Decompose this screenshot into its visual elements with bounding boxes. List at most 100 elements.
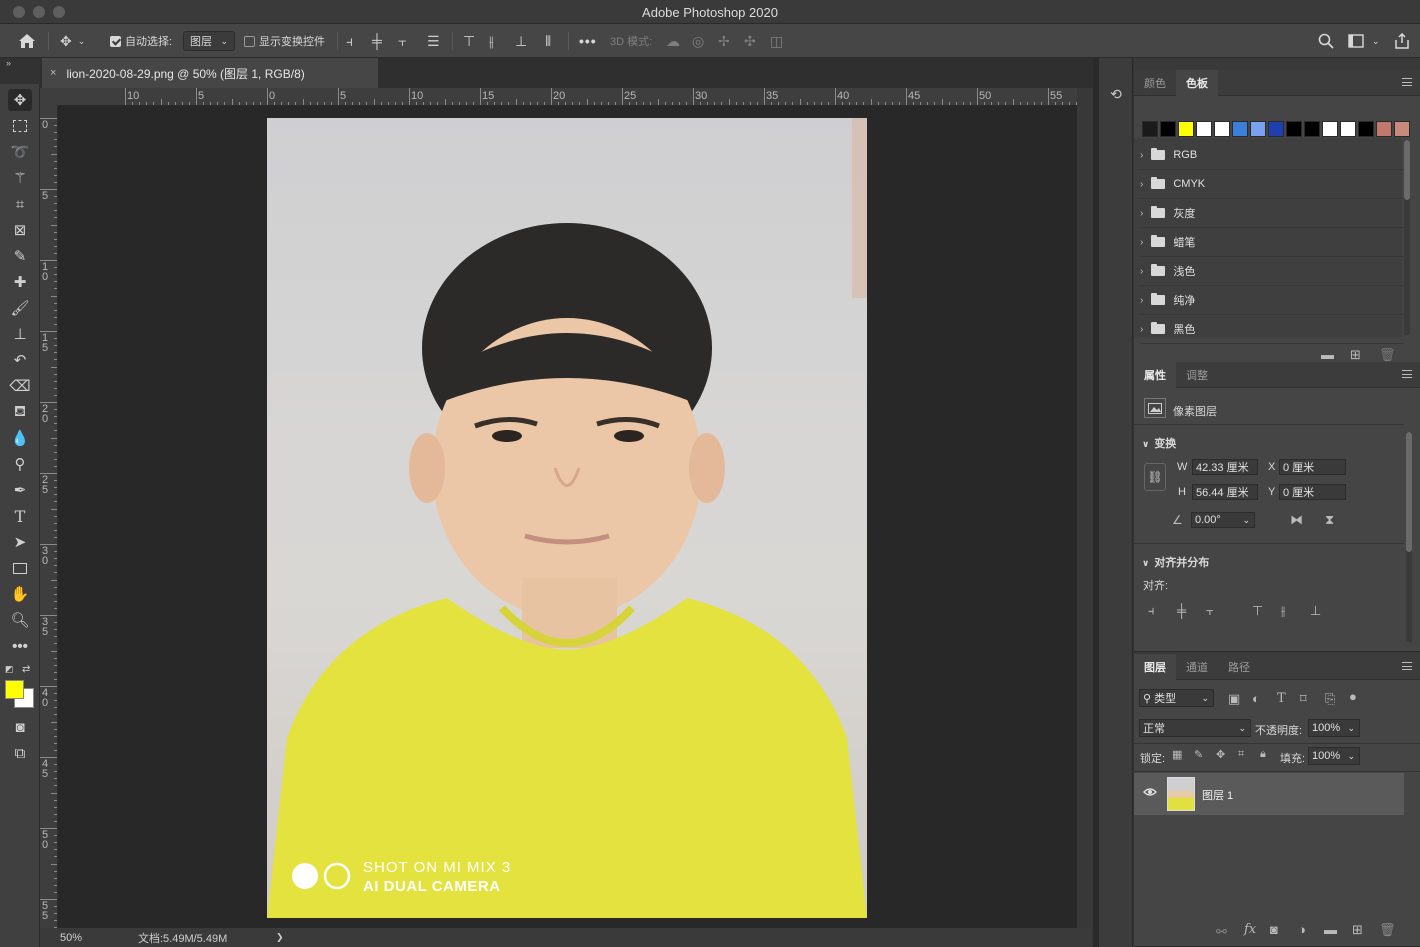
filter-adjustment-button[interactable]: ◐ bbox=[1252, 691, 1260, 706]
new-layer-button[interactable]: ⊞ bbox=[1352, 922, 1363, 938]
delete-swatch-button[interactable]: 🗑 bbox=[1379, 347, 1396, 363]
distribute-horizontal-button[interactable]: ☰ bbox=[427, 24, 440, 58]
color-swatch[interactable] bbox=[1394, 121, 1410, 137]
align-right-button[interactable]: ⫟ bbox=[398, 24, 406, 58]
type-tool[interactable]: T bbox=[8, 505, 32, 527]
vertical-scrollbar[interactable] bbox=[1077, 88, 1093, 928]
move-tool-preset[interactable]: ✥ ⌄ bbox=[60, 24, 85, 58]
tab-properties[interactable]: 属性 bbox=[1134, 362, 1176, 388]
align-hcenter-button[interactable]: ╪ bbox=[372, 24, 382, 58]
align-bottom-button[interactable]: ⊥ bbox=[515, 24, 527, 58]
history-panel-button[interactable]: ⟲ bbox=[1106, 84, 1126, 104]
blend-mode-dropdown[interactable]: 正常 ⌄ bbox=[1139, 719, 1251, 737]
screen-mode-button[interactable]: ⧉ bbox=[8, 742, 32, 764]
layer-name[interactable]: 图层 1 bbox=[1202, 787, 1233, 803]
color-swatch[interactable] bbox=[1142, 121, 1158, 137]
auto-select-checkbox[interactable]: 自动选择: bbox=[110, 24, 172, 58]
brush-tool[interactable]: 🖌 bbox=[8, 297, 32, 319]
tab-layers[interactable]: 图层 bbox=[1134, 654, 1176, 680]
new-group-button[interactable]: ▬ bbox=[1321, 347, 1334, 362]
tab-channels[interactable]: 通道 bbox=[1176, 654, 1218, 680]
color-swatch[interactable] bbox=[1304, 121, 1320, 137]
y-field[interactable]: 0 厘米 bbox=[1279, 484, 1346, 500]
move-tool[interactable]: ✥ bbox=[8, 89, 32, 111]
eraser-tool[interactable]: ⌫ bbox=[8, 375, 32, 397]
history-brush-tool[interactable]: ↶ bbox=[8, 349, 32, 371]
align-top-button[interactable]: ⊤ bbox=[463, 24, 475, 58]
color-swatch[interactable] bbox=[1322, 121, 1338, 137]
swatch-group-item[interactable]: › 黑色 bbox=[1140, 315, 1404, 344]
filter-type-button[interactable]: T bbox=[1277, 691, 1286, 706]
edit-toolbar-button[interactable]: ••• bbox=[8, 635, 32, 657]
color-swatch[interactable] bbox=[1286, 121, 1302, 137]
lock-image-button[interactable]: ✎ bbox=[1194, 748, 1203, 761]
color-swatch[interactable] bbox=[1196, 121, 1212, 137]
flip-horizontal-button[interactable]: ⧓ bbox=[1290, 512, 1303, 528]
align-left-button[interactable]: ⫞ bbox=[346, 24, 353, 58]
tab-adjustments[interactable]: 调整 bbox=[1176, 362, 1218, 388]
tab-color[interactable]: 颜色 bbox=[1134, 70, 1176, 96]
slide-3d-button[interactable]: ✣ bbox=[744, 24, 756, 58]
lock-transparent-button[interactable]: ▦ bbox=[1172, 748, 1182, 761]
filter-smart-object-button[interactable]: ⎘ bbox=[1325, 691, 1335, 707]
close-tab-icon[interactable]: × bbox=[50, 67, 56, 79]
color-swatch[interactable] bbox=[1268, 121, 1284, 137]
horizontal-ruler[interactable]: 10 5 0 5 10 15 20 25 30 35 40 45 50 55 bbox=[58, 88, 1077, 106]
search-button[interactable] bbox=[1318, 24, 1334, 58]
align-vcenter-button[interactable]: ⫲ bbox=[489, 24, 494, 58]
color-swatch[interactable] bbox=[1376, 121, 1392, 137]
color-swatch[interactable] bbox=[1232, 121, 1248, 137]
x-field[interactable]: 0 厘米 bbox=[1279, 459, 1346, 475]
align-section-toggle[interactable]: ∨ 对齐并分布 bbox=[1142, 554, 1209, 570]
swatch-group-item[interactable]: › 蜡笔 bbox=[1140, 228, 1404, 257]
vertical-ruler[interactable]: 0 5 1 0 1 5 2 0 2 5 3 0 3 5 4 0 4 5 5 0 5 5 bbox=[40, 106, 58, 928]
lock-all-button[interactable]: 🔒︎ bbox=[1260, 748, 1266, 761]
swatch-group-item[interactable]: › RGB bbox=[1140, 141, 1404, 170]
share-button[interactable] bbox=[1394, 24, 1410, 58]
foreground-color-swatch[interactable] bbox=[5, 680, 24, 699]
quick-selection-tool[interactable]: ⚚ bbox=[8, 167, 32, 189]
visibility-toggle[interactable] bbox=[1143, 787, 1157, 800]
color-swatch[interactable] bbox=[1178, 121, 1194, 137]
drag-3d-button[interactable]: ✢ bbox=[718, 24, 730, 58]
lasso-tool[interactable]: ➰ bbox=[8, 141, 32, 163]
swatch-group-item[interactable]: › CMYK bbox=[1140, 170, 1404, 199]
swatch-list-scrollbar[interactable] bbox=[1404, 140, 1410, 335]
scale-3d-button[interactable]: ◫ bbox=[770, 24, 783, 58]
opacity-field[interactable]: 100% ⌄ bbox=[1308, 719, 1360, 737]
layer-filter-dropdown[interactable]: ⚲ 类型 ⌄ bbox=[1139, 689, 1214, 707]
show-transform-checkbox[interactable]: 显示变换控件 bbox=[244, 24, 325, 58]
swap-colors-icon[interactable]: ⇄ bbox=[22, 664, 30, 675]
add-mask-button[interactable]: ◙ bbox=[1270, 922, 1278, 937]
marquee-tool[interactable] bbox=[8, 115, 32, 137]
panel-menu-icon[interactable] bbox=[1402, 370, 1412, 378]
align-top-button[interactable]: ⊤ bbox=[1252, 603, 1263, 619]
color-swatch[interactable] bbox=[1250, 121, 1266, 137]
tab-swatches[interactable]: 色板 bbox=[1176, 70, 1218, 96]
status-menu-arrow[interactable]: ❯ bbox=[276, 932, 284, 943]
collapse-toolbar-icon[interactable]: » bbox=[6, 58, 11, 68]
link-layers-button[interactable]: ⚯ bbox=[1216, 924, 1227, 940]
quick-mask-button[interactable]: ◙ bbox=[8, 716, 32, 738]
pen-tool[interactable]: ✒ bbox=[8, 479, 32, 501]
lock-artboard-button[interactable]: ⌗ bbox=[1238, 748, 1244, 761]
new-group-button[interactable]: ▬ bbox=[1324, 922, 1337, 937]
align-left-button[interactable]: ⫞ bbox=[1148, 603, 1155, 619]
path-selection-tool[interactable]: ➤ bbox=[8, 531, 32, 553]
document-tab[interactable]: × lion-2020-08-29.png @ 50% (图层 1, RGB/8… bbox=[42, 58, 378, 88]
eyedropper-tool[interactable]: ✎ bbox=[8, 245, 32, 267]
flip-vertical-button[interactable]: ⧗ bbox=[1325, 512, 1334, 528]
auto-select-target-dropdown[interactable]: 图层 ⌄ bbox=[183, 31, 235, 51]
angle-field[interactable]: 0.00° ⌄ bbox=[1191, 512, 1255, 528]
panel-menu-icon[interactable] bbox=[1402, 662, 1412, 670]
orbit-3d-button[interactable]: ☁ bbox=[666, 24, 680, 58]
home-button[interactable] bbox=[18, 24, 36, 58]
link-dimensions-button[interactable]: ⛓ bbox=[1144, 463, 1166, 491]
new-fill-adjustment-button[interactable]: ◑ bbox=[1298, 922, 1306, 937]
filter-pixel-button[interactable]: ▣ bbox=[1228, 691, 1240, 707]
align-bottom-button[interactable]: ⊥ bbox=[1310, 603, 1321, 619]
tab-paths[interactable]: 路径 bbox=[1218, 654, 1260, 680]
frame-tool[interactable]: ⊠ bbox=[8, 219, 32, 241]
align-hcenter-button[interactable]: ╪ bbox=[1177, 603, 1186, 618]
layer-row[interactable]: 图层 1 bbox=[1134, 773, 1404, 815]
